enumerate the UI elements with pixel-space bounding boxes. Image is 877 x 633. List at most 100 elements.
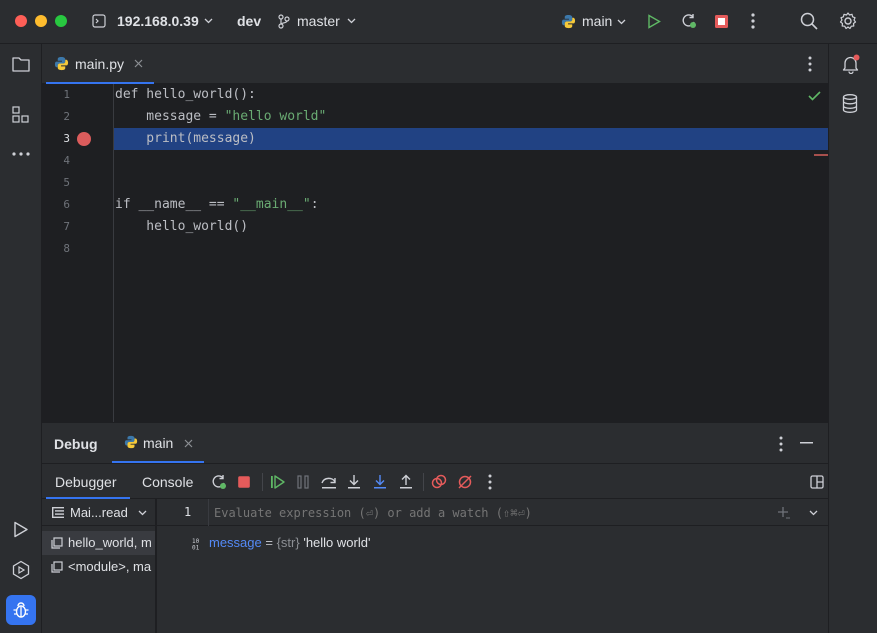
- settings-gear-icon[interactable]: [839, 12, 857, 30]
- tab-label: Debugger: [55, 474, 117, 490]
- tab-debugger[interactable]: Debugger: [42, 464, 130, 500]
- step-into-icon[interactable]: [347, 474, 361, 490]
- resume-program-icon[interactable]: [270, 474, 286, 490]
- pause-program-icon[interactable]: [297, 474, 309, 490]
- layout-settings-icon[interactable]: [810, 475, 824, 489]
- step-out-icon[interactable]: [399, 474, 413, 490]
- line-number: 8: [63, 242, 70, 255]
- code-text: if __name__ ==: [115, 197, 233, 212]
- editor-tab-options-icon[interactable]: [808, 56, 812, 72]
- code-line: def hello_world():: [115, 84, 256, 106]
- code-editor[interactable]: 1 2 3 4 5 6 7 8 def hello_world(): messa…: [42, 84, 828, 422]
- code-line: hello_world(): [115, 216, 248, 238]
- python-icon: [124, 435, 138, 449]
- more-debug-actions-icon[interactable]: [488, 474, 492, 490]
- debug-session-label: main: [143, 435, 174, 451]
- debug-tool-window-button[interactable]: [6, 595, 36, 625]
- minimize-window-button[interactable]: [35, 15, 47, 27]
- run-icon[interactable]: [647, 14, 661, 29]
- run-tool-window-icon[interactable]: [13, 521, 29, 538]
- terminal-icon: [92, 14, 106, 28]
- evaluate-expression-input[interactable]: [214, 503, 754, 522]
- stack-frame-label: <module>, ma: [68, 559, 152, 574]
- stack-frame-icon: [51, 537, 63, 549]
- debugger-toolbar: Debugger Console: [42, 463, 828, 499]
- chevron-down-icon[interactable]: [617, 19, 626, 25]
- close-window-button[interactable]: [15, 15, 27, 27]
- python-icon: [561, 14, 576, 29]
- database-icon[interactable]: [842, 94, 858, 113]
- variable-name: message: [209, 535, 262, 550]
- project-name[interactable]: dev: [237, 13, 261, 29]
- zoom-window-button[interactable]: [55, 15, 67, 27]
- breakpoint-scroll-marker: [814, 154, 828, 156]
- stop-icon[interactable]: [238, 476, 250, 488]
- structure-icon[interactable]: [12, 106, 29, 123]
- run-configuration-label[interactable]: main: [582, 13, 612, 29]
- stack-frame-label: hello_world, m: [68, 535, 152, 550]
- code-text: print(message): [115, 131, 256, 146]
- rerun-icon[interactable]: [211, 474, 227, 490]
- svg-text:01: 01: [192, 545, 200, 551]
- git-branch-label[interactable]: master: [297, 13, 340, 29]
- right-tool-window-bar: [828, 44, 877, 633]
- code-text: :: [310, 197, 319, 212]
- step-into-my-code-icon[interactable]: [373, 474, 387, 490]
- watch-expression-bar[interactable]: 1: [157, 499, 828, 526]
- line-number: 5: [63, 176, 70, 189]
- line-number: 2: [63, 110, 70, 123]
- more-tool-windows-icon[interactable]: [12, 152, 30, 156]
- bug-icon: [12, 601, 30, 619]
- minimize-panel-icon[interactable]: [800, 442, 813, 444]
- python-file-icon: [54, 56, 69, 71]
- rerun-icon[interactable]: [681, 13, 697, 29]
- code-line: if __name__ == "__main__":: [115, 194, 319, 216]
- editor-tab-label: main.py: [75, 56, 125, 72]
- frames-panel: Mai...read hello_world, m <module>, ma: [42, 499, 156, 633]
- breakpoint-icon[interactable]: [77, 132, 91, 146]
- left-tool-window-bar: [0, 44, 42, 633]
- close-tab-icon[interactable]: [184, 439, 193, 448]
- variable-equals: =: [265, 535, 273, 550]
- more-actions-icon[interactable]: [751, 13, 755, 29]
- view-breakpoints-icon[interactable]: [431, 474, 447, 490]
- remote-host-label[interactable]: 192.168.0.39: [117, 13, 199, 29]
- search-icon[interactable]: [800, 12, 818, 30]
- stop-icon[interactable]: [715, 15, 728, 28]
- thread-selector-label: Mai...read: [70, 505, 128, 520]
- variable-type-icon: 10 01: [192, 537, 205, 550]
- gutter-divider: [208, 499, 209, 526]
- tab-label: Console: [142, 474, 194, 490]
- add-watch-icon[interactable]: [777, 506, 791, 520]
- variable-value: 'hello world': [303, 535, 371, 550]
- tab-console[interactable]: Console: [130, 464, 202, 500]
- code-text: def hello_world():: [115, 87, 256, 102]
- chevron-down-icon[interactable]: [809, 510, 818, 516]
- debug-panel-title: Debug: [54, 436, 98, 452]
- editor-tab-bar: main.py: [42, 44, 828, 84]
- stack-frame-row[interactable]: <module>, ma: [42, 555, 155, 579]
- notifications-bell-icon[interactable]: [841, 54, 861, 74]
- close-tab-icon[interactable]: [134, 59, 143, 68]
- line-number: 1: [63, 88, 70, 101]
- code-line: print(message): [115, 128, 256, 150]
- code-text: message =: [115, 109, 225, 124]
- stack-frame-icon: [51, 561, 63, 573]
- chevron-down-icon[interactable]: [347, 18, 356, 24]
- variable-row[interactable]: 10 01 message = {str} 'hello world': [157, 531, 828, 555]
- no-problems-checkmark-icon[interactable]: [808, 91, 821, 101]
- debug-options-icon[interactable]: [779, 436, 783, 452]
- services-icon[interactable]: [11, 560, 31, 580]
- debug-session-tab-main[interactable]: main: [112, 423, 204, 464]
- editor-tab-main-py[interactable]: main.py: [42, 44, 155, 84]
- project-folder-icon[interactable]: [12, 56, 30, 72]
- title-bar: 192.168.0.39 dev master main: [0, 0, 877, 44]
- stack-frame-row[interactable]: hello_world, m: [42, 531, 155, 555]
- thread-selector[interactable]: Mai...read: [42, 499, 155, 526]
- mute-breakpoints-icon[interactable]: [457, 474, 473, 490]
- toolbar-separator: [423, 473, 424, 491]
- chevron-down-icon[interactable]: [204, 18, 213, 24]
- variables-panel: 1 1001 message = {str} 'hello world': [157, 499, 828, 633]
- code-line: message = "hello world": [115, 106, 326, 128]
- step-over-icon[interactable]: [321, 474, 337, 490]
